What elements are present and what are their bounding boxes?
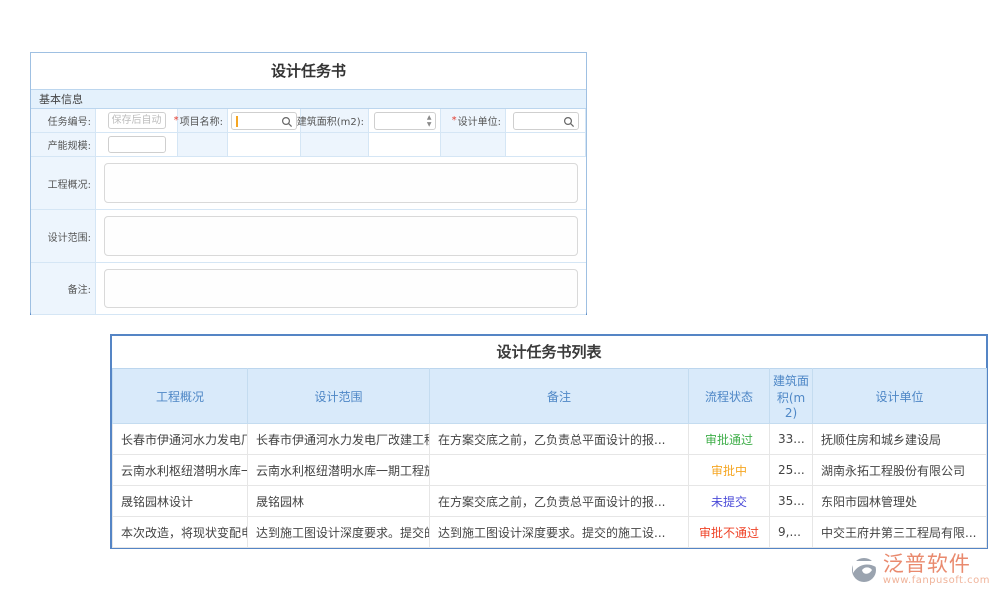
status-badge[interactable]: 审批通过 (705, 433, 753, 447)
col-header-area[interactable]: 建筑面积(m2) (770, 369, 813, 424)
fanpu-logo-icon (849, 555, 879, 585)
cell-scope: 长春市伊通河水力发电厂改建工程 (248, 424, 430, 455)
design-task-form-panel: 设计任务书 基本信息 任务编号: * 项目名称: 建筑面积(m2): ▲ ▼ (30, 52, 587, 315)
cell-status: 审批通过 (689, 424, 770, 455)
scope-label: 设计范围: (31, 210, 96, 263)
project-name-cell (228, 109, 301, 133)
cell-overview: 晟铭园林设计 (113, 486, 248, 517)
scope-cell (96, 210, 586, 263)
overview-label: 工程概况: (31, 157, 96, 210)
cell-area: 25... (770, 455, 813, 486)
table-row[interactable]: 云南水利枢纽潜明水库一... 云南水利枢纽潜明水库一期工程施工... 审批中 2… (113, 455, 987, 486)
overview-textarea[interactable] (104, 163, 578, 203)
table-row[interactable]: 本次改造，将现状变配电... 达到施工图设计深度要求。提交的施... 达到施工图… (113, 517, 987, 548)
cell-unit: 中交王府井第三工程局有限... (813, 517, 987, 548)
col-header-scope[interactable]: 设计范围 (248, 369, 430, 424)
design-unit-cell (506, 109, 586, 133)
section-basic-info: 基本信息 (31, 89, 586, 109)
project-name-combo (231, 112, 297, 130)
brand-name: 泛普软件 (883, 553, 990, 575)
spinner-up-icon[interactable]: ▲ (427, 114, 432, 121)
cell-remark: 在方案交底之前，乙负责总平面设计的报... (430, 424, 689, 455)
required-mark: * (174, 115, 179, 126)
cell-scope: 云南水利枢纽潜明水库一期工程施工... (248, 455, 430, 486)
capacity-label: 产能规模: (31, 133, 96, 157)
list-title: 设计任务书列表 (112, 336, 986, 368)
cell-unit: 抚顺住房和城乡建设局 (813, 424, 987, 455)
cell-scope: 达到施工图设计深度要求。提交的施... (248, 517, 430, 548)
spinner-down-icon[interactable]: ▼ (427, 121, 432, 128)
task-no-cell (96, 109, 178, 133)
col-header-overview[interactable]: 工程概况 (113, 369, 248, 424)
remark-textarea[interactable] (104, 269, 578, 308)
col-header-status[interactable]: 流程状态 (689, 369, 770, 424)
status-badge[interactable]: 审批不通过 (699, 526, 759, 540)
fanpusoft-logo: 泛普软件 www.fanpusoft.com (849, 553, 990, 586)
task-no-input[interactable] (108, 112, 166, 129)
cell-unit: 东阳市园林管理处 (813, 486, 987, 517)
status-badge[interactable]: 未提交 (711, 495, 747, 509)
search-icon[interactable] (281, 116, 293, 128)
form-grid: 任务编号: * 项目名称: 建筑面积(m2): ▲ ▼ (31, 109, 586, 315)
empty-field-cell (369, 133, 441, 157)
cell-overview: 云南水利枢纽潜明水库一... (113, 455, 248, 486)
cell-status: 未提交 (689, 486, 770, 517)
form-title: 设计任务书 (31, 53, 586, 89)
remark-cell (96, 263, 586, 315)
brand-website[interactable]: www.fanpusoft.com (883, 575, 990, 586)
overview-cell (96, 157, 586, 210)
design-task-table: 工程概况 设计范围 备注 流程状态 建筑面积(m2) 设计单位 长春市伊通河水力… (112, 368, 987, 548)
empty-label-cell (441, 133, 506, 157)
empty-label-cell (178, 133, 228, 157)
cell-area: 9,... (770, 517, 813, 548)
capacity-input[interactable] (108, 136, 166, 153)
required-mark: * (452, 115, 457, 126)
cell-scope: 晟铭园林 (248, 486, 430, 517)
cell-unit: 湖南永拓工程股份有限公司 (813, 455, 987, 486)
building-area-cell: ▲ ▼ (369, 109, 441, 133)
empty-field-cell (228, 133, 301, 157)
cell-status: 审批不通过 (689, 517, 770, 548)
col-header-unit[interactable]: 设计单位 (813, 369, 987, 424)
scope-textarea[interactable] (104, 216, 578, 256)
building-area-input[interactable] (375, 117, 435, 133)
cell-area: 35... (770, 486, 813, 517)
cell-remark: 在方案交底之前，乙负责总平面设计的报... (430, 486, 689, 517)
remark-label: 备注: (31, 263, 96, 315)
design-unit-combo (513, 112, 579, 130)
capacity-cell (96, 133, 178, 157)
table-row[interactable]: 长春市伊通河水力发电厂... 长春市伊通河水力发电厂改建工程 在方案交底之前，乙… (113, 424, 987, 455)
design-unit-label: * 设计单位: (441, 109, 506, 133)
building-area-spinner: ▲ ▼ (374, 112, 436, 130)
search-icon[interactable] (563, 116, 575, 128)
task-no-label: 任务编号: (31, 109, 96, 133)
cell-status: 审批中 (689, 455, 770, 486)
table-row[interactable]: 晟铭园林设计 晟铭园林 在方案交底之前，乙负责总平面设计的报... 未提交 35… (113, 486, 987, 517)
design-task-list-panel: 设计任务书列表 工程概况 设计范围 备注 流程状态 建筑面积(m2) 设计单位 … (110, 334, 988, 549)
text-cursor (236, 116, 238, 127)
col-header-remark[interactable]: 备注 (430, 369, 689, 424)
empty-field-cell (506, 133, 586, 157)
project-name-label: * 项目名称: (178, 109, 228, 133)
empty-label-cell (301, 133, 369, 157)
cell-remark: 达到施工图设计深度要求。提交的施工设... (430, 517, 689, 548)
cell-area: 33... (770, 424, 813, 455)
cell-remark (430, 455, 689, 486)
table-header-row: 工程概况 设计范围 备注 流程状态 建筑面积(m2) 设计单位 (113, 369, 987, 424)
status-badge[interactable]: 审批中 (711, 464, 747, 478)
cell-overview: 长春市伊通河水力发电厂... (113, 424, 248, 455)
building-area-label: 建筑面积(m2): (301, 109, 369, 133)
cell-overview: 本次改造，将现状变配电... (113, 517, 248, 548)
